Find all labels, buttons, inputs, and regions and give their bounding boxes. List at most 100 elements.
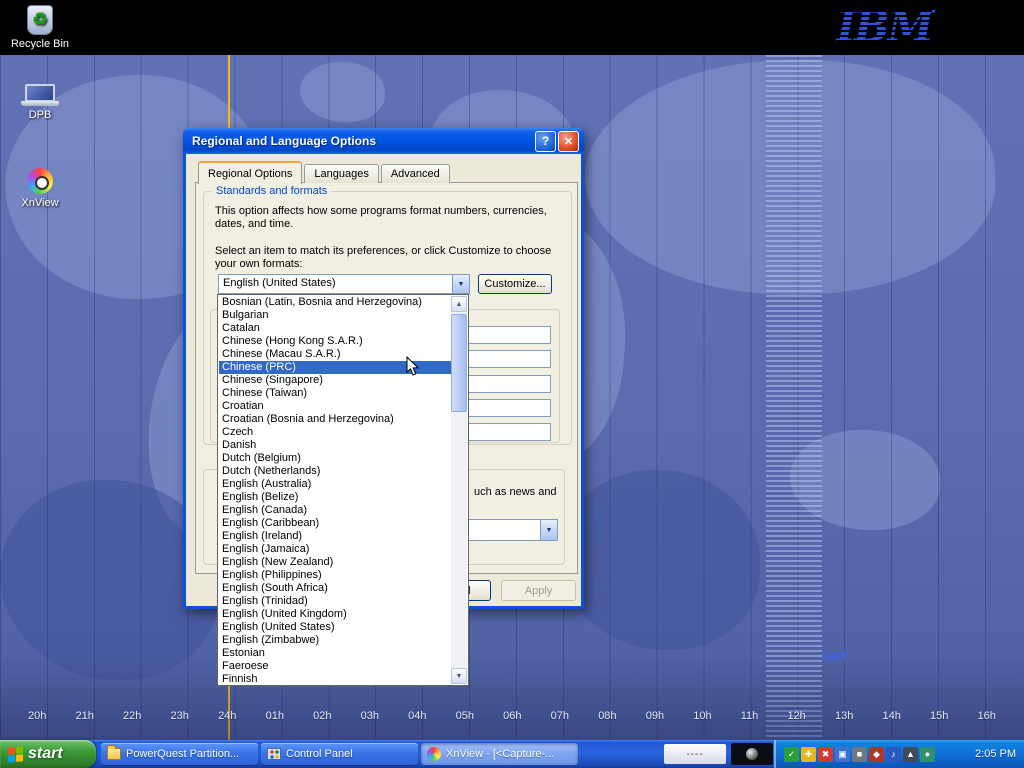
hour-label: 09h [646,710,664,722]
language-option[interactable]: Finnish [219,673,451,684]
taskbar-clock[interactable]: 2:05 PM [975,748,1016,760]
language-option[interactable]: English (South Africa) [219,582,451,595]
language-option[interactable]: Chinese (Taiwan) [219,387,451,400]
taskbar-window-buttons: PowerQuest Partition... Control Panel Xn… [101,743,578,765]
language-option[interactable]: Dutch (Belgium) [219,452,451,465]
tray-icon-checker[interactable]: ▲ [903,747,918,762]
hour-label: 07h [551,710,569,722]
regional-language-options-dialog: Regional and Language Options ? ✕ Region… [183,128,584,609]
recycle-bin-icon: ♻ [27,5,53,35]
language-option[interactable]: English (Jamaica) [219,543,451,556]
hour-label: 13h [835,710,853,722]
tray-icon-yellow-key[interactable]: ✚ [801,747,816,762]
hour-label: 16h [978,710,996,722]
hour-label: 21h [76,710,94,722]
hour-label: 22h [123,710,141,722]
scroll-down-button[interactable]: ▼ [451,668,467,684]
language-option[interactable]: English (Belize) [219,491,451,504]
language-option[interactable]: English (United Kingdom) [219,608,451,621]
hour-label: 06h [503,710,521,722]
language-option[interactable]: English (Philippines) [219,569,451,582]
timezone-hour-labels: 20h21h22h23h24h01h02h03h04h05h06h07h08h0… [28,710,996,722]
language-option[interactable]: English (Australia) [219,478,451,491]
mouse-cursor [406,356,422,383]
dialog-tab[interactable]: Languages [304,164,378,183]
taskbar-button-xnview[interactable]: XnView - [<Capture-... [421,743,578,765]
language-option[interactable]: Estonian [219,647,451,660]
language-option[interactable]: Danish [219,439,451,452]
hour-label: 04h [408,710,426,722]
hour-label: 24h [218,710,236,722]
group-title: Standards and formats [212,185,331,197]
chevron-down-icon: ▼ [458,281,465,288]
language-option[interactable]: Chinese (Hong Kong S.A.R.) [219,335,451,348]
ibm-logo: IBM [836,2,932,51]
language-option[interactable]: Croatian [219,400,451,413]
tray-icon-blue-volume[interactable]: ♪ [886,747,901,762]
start-button-label: start [28,745,63,763]
app-orb-icon [746,748,758,760]
language-option[interactable]: Croatian (Bosnia and Herzegovina) [219,413,451,426]
hour-label: 03h [361,710,379,722]
taskbar-dark-app-button[interactable] [731,743,773,765]
hour-label: 08h [598,710,616,722]
taskbar: start PowerQuest Partition... Control Pa… [0,740,1024,768]
dialog-title: Regional and Language Options [192,134,533,148]
close-button[interactable]: ✕ [558,131,579,152]
hour-label: 11h [741,710,759,722]
language-option[interactable]: English (New Zealand) [219,556,451,569]
tray-icon-green-network[interactable]: ● [920,747,935,762]
tray-icon-red-status[interactable]: ◆ [869,747,884,762]
language-option[interactable]: Catalan [219,322,451,335]
language-option[interactable]: Bosnian (Latin, Bosnia and Herzegovina) [219,296,451,309]
dialog-tab[interactable]: Regional Options [198,161,302,184]
system-tray: ✓✚✖▣■◆♪▲● 2:05 PM [774,740,1024,768]
language-option[interactable]: English (Canada) [219,504,451,517]
language-option[interactable]: English (United States) [219,621,451,634]
language-option[interactable]: Bulgarian [219,309,451,322]
hour-label: 10h [693,710,711,722]
start-button[interactable]: start [0,740,96,768]
apply-button: Apply [501,580,576,601]
taskbar-button-powerquest[interactable]: PowerQuest Partition... [101,743,258,765]
gmt-highlight-band [766,55,822,740]
desktop: 20h21h22h23h24h01h02h03h04h05h06h07h08h0… [0,0,1024,768]
window-icon [267,748,281,760]
customize-button[interactable]: Customize... [478,274,552,294]
help-button[interactable]: ? [535,131,556,152]
list-scrollbar[interactable]: ▲ ▼ [451,296,467,684]
hour-label: 12h [787,710,805,722]
dialog-titlebar[interactable]: Regional and Language Options ? ✕ [183,128,584,154]
window-icon [427,747,441,761]
arrow-up-icon: ▲ [456,301,463,308]
format-combobox[interactable]: English (United States) ▼ [218,274,470,294]
desktop-icon-label: DPB [2,109,78,121]
desktop-icon-xnview[interactable]: XnView [2,168,78,209]
scroll-up-button[interactable]: ▲ [451,296,467,312]
xnview-icon [27,168,53,194]
tray-icon-gray-device[interactable]: ■ [852,747,867,762]
gmt-label: GMT [823,651,847,663]
language-option[interactable]: Faeroese [219,660,451,673]
language-option[interactable]: English (Zimbabwe) [219,634,451,647]
tray-icon-red-alert[interactable]: ✖ [818,747,833,762]
taskbar-button-control-panel[interactable]: Control Panel [261,743,418,765]
language-option[interactable]: Dutch (Netherlands) [219,465,451,478]
hour-label: 20h [28,710,46,722]
format-combobox-value: English (United States) [219,275,452,293]
desktop-icon-label: XnView [2,197,78,209]
chevron-down-icon[interactable]: ▼ [540,520,557,540]
language-option[interactable]: English (Caribbean) [219,517,451,530]
combobox-dropdown-button[interactable]: ▼ [452,275,469,293]
language-option[interactable]: Czech [219,426,451,439]
desktop-icon-recycle-bin[interactable]: ♻ Recycle Bin [2,5,78,50]
desktop-icon-dpb[interactable]: DPB [2,84,78,121]
hour-label: 02h [313,710,331,722]
language-option[interactable]: English (Ireland) [219,530,451,543]
language-option[interactable]: English (Trinidad) [219,595,451,608]
tray-icon-green-shield[interactable]: ✓ [784,747,799,762]
tray-icon-blue-display[interactable]: ▣ [835,747,850,762]
dialog-tab[interactable]: Advanced [381,164,450,183]
scrollbar-thumb[interactable] [451,314,467,412]
taskbar-toolbar-handle[interactable]: ---- [664,744,726,764]
